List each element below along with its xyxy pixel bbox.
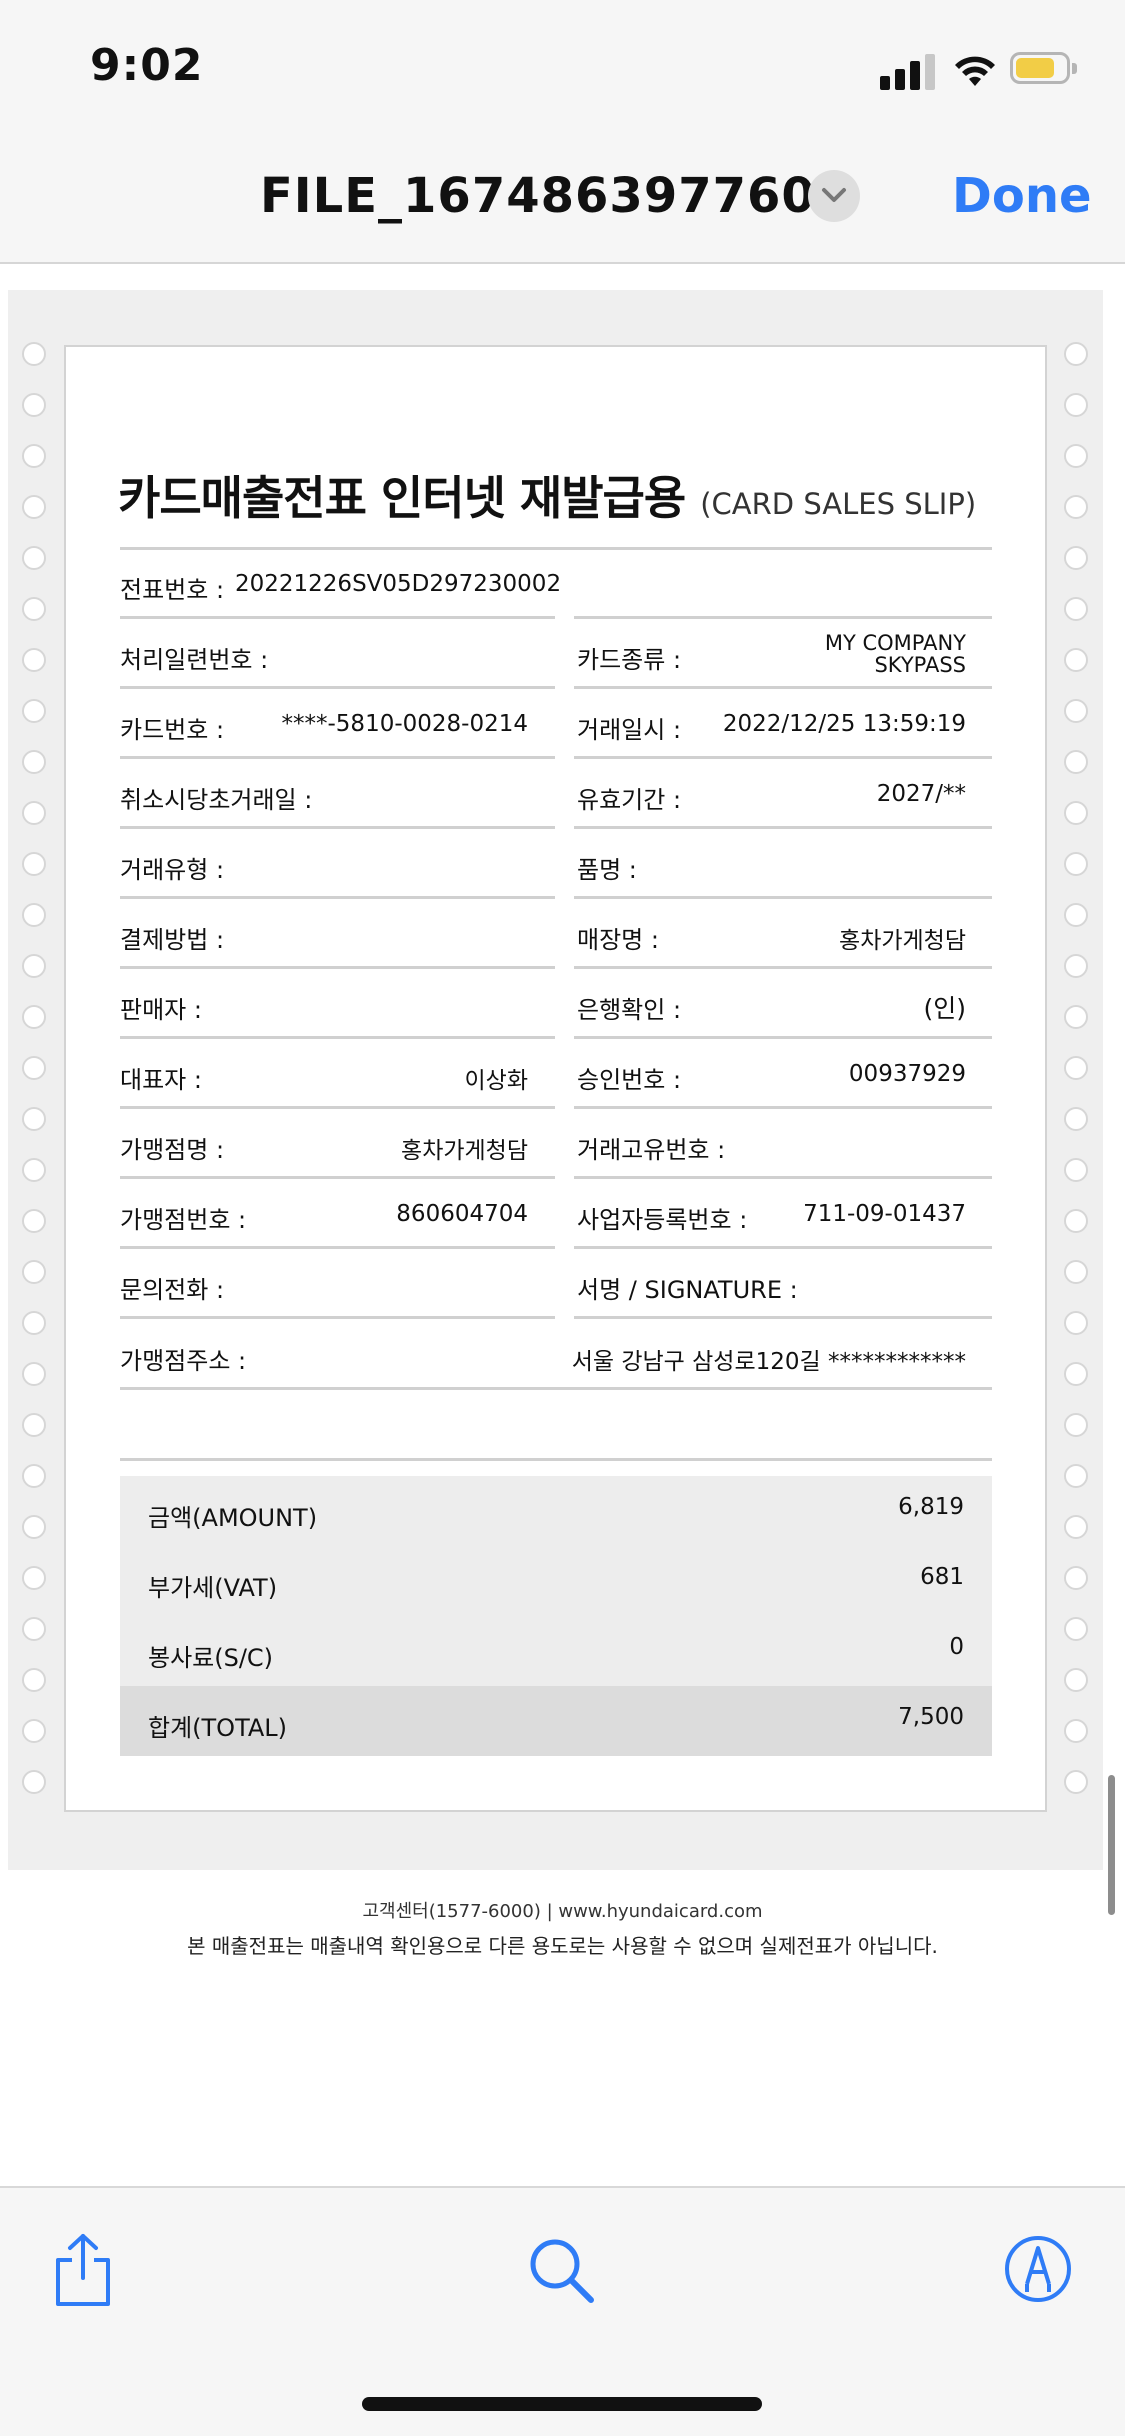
approval-number-value: 00937929 [848,1061,966,1087]
left-perforation [22,342,48,1821]
divider [574,1106,992,1109]
divider [120,1036,555,1039]
service-charge-label: 봉사료(S/C) [148,1644,274,1672]
card-number-value: ****-5810-0028-0214 [281,711,529,737]
slip-title-main: 카드매출전표 인터넷 재발급용 [118,471,686,525]
divider [574,1176,992,1179]
card-type-line1: MY COMPANY [824,631,966,655]
divider [120,756,555,759]
markup-icon[interactable] [1003,2234,1073,2308]
divider [120,896,555,899]
slip-no-label: 전표번호 : [120,576,225,604]
customer-center-info: 고객센터(1577-6000) | www.hyundaicard.com [362,1901,763,1922]
field-value: 이상화 [464,1068,528,1094]
divider [120,966,555,969]
field-value: 홍차가게청담 [401,1138,528,1164]
field-label: 품명 : [577,856,637,884]
service-charge-row: 봉사료(S/C) 0 [120,1616,992,1688]
divider [120,547,992,550]
divider [120,686,555,689]
transaction-date-value: 2022/12/25 13:59:19 [722,711,966,737]
divider [120,826,555,829]
field-label: 은행확인 : [577,996,682,1024]
field-label: 결제방법 : [120,926,225,954]
divider [120,1316,555,1319]
divider [120,1387,992,1390]
divider [120,1458,992,1461]
cellular-signal-icon [880,50,936,90]
divider [574,1246,992,1249]
vat-row: 부가세(VAT) 681 [120,1546,992,1618]
service-charge-value: 0 [949,1634,964,1660]
field-value: 860604704 [396,1201,528,1227]
amount-row: 금액(AMOUNT) 6,819 [120,1476,992,1548]
field-label: 문의전화 : [120,1276,225,1304]
field-label: 대표자 : [120,1066,202,1094]
field-label: 카드종류 : [577,646,682,674]
vat-value: 681 [920,1564,964,1590]
divider [574,966,992,969]
field-label: 거래유형 : [120,856,225,884]
field-label: 취소시당초거래일 : [120,786,313,814]
search-icon[interactable] [527,2236,597,2310]
file-title: FILE_1674863977604 [260,168,851,224]
amount-label: 금액(AMOUNT) [148,1504,318,1532]
address-value: 서울 강남구 삼성로120길 ************ [571,1349,966,1375]
total-value: 7,500 [898,1704,964,1730]
divider [574,1316,992,1319]
field-label: 승인번호 : [577,1066,682,1094]
divider [120,1176,555,1179]
wifi-icon [950,46,1000,88]
field-label: 가맹점번호 : [120,1206,247,1234]
vat-label: 부가세(VAT) [148,1574,278,1602]
divider [574,1036,992,1039]
field-label: 거래일시 : [577,716,682,744]
share-icon[interactable] [52,2232,114,2312]
divider [574,826,992,829]
field-value: (인) [923,994,966,1023]
field-value: 홍차가게청담 [839,928,966,954]
divider [574,686,992,689]
divider [574,616,992,619]
field-value: 711-09-01437 [803,1201,966,1227]
divider [120,1106,555,1109]
disclaimer-text: 본 매출전표는 매출내역 확인용으로 다른 용도로는 사용할 수 없으며 실제전… [187,1934,938,1958]
field-label: 사업자등록번호 : [577,1206,748,1234]
field-label: 카드번호 : [120,716,225,744]
done-button[interactable]: Done [952,168,1092,224]
amount-value: 6,819 [898,1494,964,1520]
divider [120,1246,555,1249]
card-type-line2: SKYPASS [874,653,966,677]
battery-icon [1010,52,1077,84]
divider [574,756,992,759]
card-type-value: MY COMPANY SKYPASS [740,632,966,676]
slip-title: 카드매출전표 인터넷 재발급용 (CARD SALES SLIP) [118,462,976,528]
slip-title-sub: (CARD SALES SLIP) [700,487,977,521]
field-value: 2027/** [876,781,966,807]
right-perforation [1064,342,1090,1821]
field-label: 유효기간 : [577,786,682,814]
total-row: 합계(TOTAL) 7,500 [120,1686,992,1756]
slip-no-value: 20221226SV05D297230002 [235,571,562,597]
address-label: 가맹점주소 : [120,1347,247,1375]
divider [574,896,992,899]
field-label: 가맹점명 : [120,1136,225,1164]
field-label: 서명 / SIGNATURE : [577,1276,798,1304]
field-label: 거래고유번호 : [577,1136,726,1164]
status-bar: 9:02 [0,0,1125,130]
chevron-down-icon[interactable] [808,170,860,222]
status-time: 9:02 [90,40,204,91]
scrollbar[interactable] [1108,1775,1115,1915]
field-label: 처리일련번호 : [120,646,269,674]
navigation-bar: FILE_1674863977604 Done [0,130,1125,264]
field-label: 판매자 : [120,996,202,1024]
home-indicator[interactable] [362,2397,762,2411]
field-label: 매장명 : [577,926,659,954]
total-label: 합계(TOTAL) [148,1714,288,1742]
divider [120,616,555,619]
